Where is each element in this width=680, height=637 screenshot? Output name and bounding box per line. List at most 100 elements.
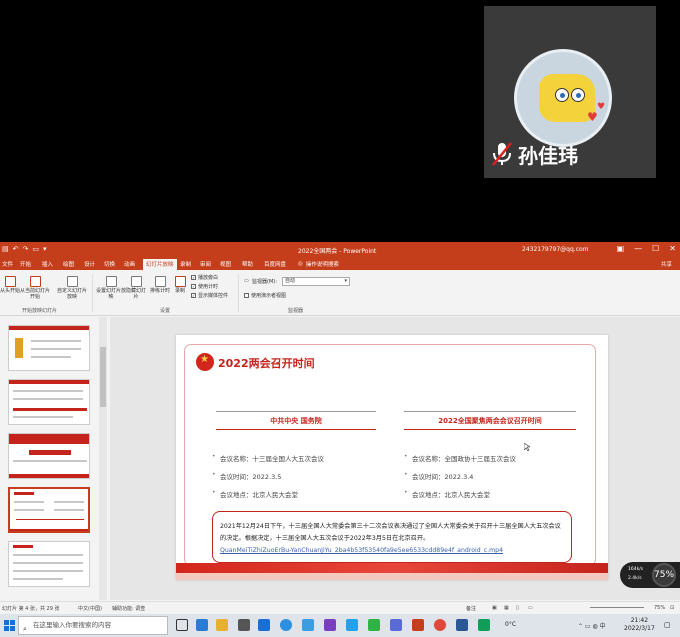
left-row-location[interactable]: 会议地点：北京人民大会堂 (220, 489, 298, 499)
save-icon[interactable]: ▤ (2, 245, 9, 253)
right-column-heading[interactable]: 2022全国聚焦两会会议召开时间 (404, 416, 576, 426)
left-row-time[interactable]: 会议时间：2022.3.5 (220, 471, 281, 481)
task-view-icon[interactable] (176, 619, 188, 631)
tab-draw[interactable]: 绘图 (63, 260, 74, 268)
video-tile[interactable]: ♥ ♥ 孙佳玮 (484, 6, 656, 178)
thumbnail-scrollbar[interactable] (99, 317, 107, 600)
system-tray-icons[interactable]: ⌃ ▭ ◍ 中 (578, 621, 606, 630)
accessibility-status[interactable]: 辅助功能: 调查 (112, 605, 145, 612)
sorter-view-icon[interactable]: ▦ (504, 605, 509, 611)
maximize-icon[interactable]: ☐ (652, 244, 659, 253)
tab-transitions[interactable]: 切换 (104, 260, 115, 268)
group-label-setup: 设置 (160, 308, 171, 314)
slide-thumbnail[interactable] (8, 541, 90, 587)
close-icon[interactable]: ✕ (669, 244, 676, 253)
checkbox[interactable]: ✓ (191, 284, 196, 289)
file-explorer-icon[interactable] (216, 619, 228, 631)
checkbox[interactable]: ✓ (191, 293, 196, 298)
ribbon-display-icon[interactable]: ▣ (617, 244, 625, 253)
from-beginning-button[interactable]: 从头开始 (0, 276, 20, 294)
description-box[interactable]: 2021年12月24日下午，十三届全国人大常委会第三十二次会议表决通过了全国人大… (212, 511, 572, 563)
taskbar-search-input[interactable]: ⌕ 在这里输入你要搜索的内容 (18, 616, 168, 635)
share-button[interactable]: 共享 (661, 260, 672, 268)
checkbox-narration[interactable]: ✓ 播放旁白 (191, 274, 218, 281)
onenote-icon[interactable] (324, 619, 336, 631)
meeting-app-icon[interactable] (346, 619, 358, 631)
tab-insert[interactable]: 插入 (42, 260, 53, 268)
checkbox[interactable]: ✓ (191, 275, 196, 280)
from-current-button[interactable]: 从当前幻灯片开始 (18, 276, 52, 300)
monitor-select[interactable]: 自动 ▾ (282, 277, 350, 286)
tell-me-search[interactable]: ◎ 操作说明搜索 (298, 260, 339, 268)
language-indicator[interactable]: 中文(中国) (78, 605, 102, 612)
checkbox-media-controls[interactable]: ✓ 显示媒体控件 (191, 292, 228, 299)
wechat-icon[interactable] (368, 619, 380, 631)
checkbox[interactable] (244, 293, 249, 298)
right-row-location[interactable]: 会议地点：北京人民大会堂 (412, 489, 490, 499)
checkbox-presenter-view[interactable]: 使用演示者视图 (244, 292, 286, 299)
present-icon[interactable]: ▭ (32, 245, 39, 253)
edge-icon[interactable] (196, 619, 208, 631)
tab-design[interactable]: 设计 (84, 260, 95, 268)
zoom-level[interactable]: 75% (654, 605, 665, 611)
slide-thumbnail[interactable] (8, 325, 90, 371)
hide-slide-button[interactable]: 隐藏幻灯片 (124, 276, 148, 300)
rehearse-timings-button[interactable]: 排练计时 (148, 276, 172, 294)
tab-help[interactable]: 帮助 (242, 260, 253, 268)
custom-slideshow-icon (66, 276, 78, 287)
redo-icon[interactable]: ↷ (23, 245, 29, 253)
mouse-cursor-icon (524, 443, 530, 451)
app-icon[interactable] (478, 619, 490, 631)
fit-slide-icon[interactable]: ⊡ (670, 605, 674, 611)
app-icon[interactable] (390, 619, 402, 631)
tab-file[interactable]: 文件 (2, 260, 13, 268)
notes-button[interactable]: 备注 (466, 605, 476, 612)
zoom-slider[interactable] (590, 607, 644, 608)
slideshow-view-icon[interactable]: ▭ (528, 605, 533, 611)
undo-icon[interactable]: ↶ (13, 245, 19, 253)
tab-view[interactable]: 视图 (220, 260, 231, 268)
normal-view-icon[interactable]: ▣ (492, 605, 497, 611)
powerpoint-window: ▤ ↶ ↷ ▭ ▾ 2022全国两会 - PowerPoint 24321797… (0, 242, 680, 614)
right-row-name[interactable]: 会议名称：全国政协十三届五次会议 (412, 453, 516, 463)
right-row-time[interactable]: 会议时间：2022.3.4 (412, 471, 473, 481)
left-row-name[interactable]: 会议名称：十三届全国人大五次会议 (220, 453, 324, 463)
weather-widget[interactable]: 0°C (505, 621, 516, 628)
reading-view-icon[interactable]: ▯ (516, 605, 519, 611)
slide-thumbnail[interactable] (8, 379, 90, 425)
slide-edit-area[interactable]: 2022两会召开时间 中共中央 国务院 2022全国聚焦两会会议召开时间 • 会… (110, 317, 680, 600)
checkbox-timings[interactable]: ✓ 使用计时 (191, 283, 218, 290)
tab-slideshow[interactable]: 幻灯片放映 (143, 259, 177, 270)
app-icon[interactable] (434, 619, 446, 631)
app-icon[interactable] (456, 619, 468, 631)
menu-bar: 文件 开始 插入 绘图 设计 切换 动画 幻灯片放映 录制 审阅 视图 帮助 百… (0, 258, 680, 270)
powerpoint-icon[interactable] (412, 619, 424, 631)
current-slide[interactable]: 2022两会召开时间 中共中央 国务院 2022全国聚焦两会会议召开时间 • 会… (176, 335, 608, 580)
browser-icon[interactable] (280, 619, 292, 631)
account-name[interactable]: 2432179797@qq.com (522, 246, 589, 253)
tab-home[interactable]: 开始 (20, 260, 31, 268)
tab-baidu-netdisk[interactable]: 百度网盘 (264, 260, 286, 268)
title-bar: ▤ ↶ ↷ ▭ ▾ 2022全国两会 - PowerPoint 24321797… (0, 242, 680, 258)
windows-start-icon[interactable] (4, 620, 15, 631)
custom-slideshow-button[interactable]: 自定义幻灯片放映 (56, 276, 88, 300)
left-column-heading[interactable]: 中共中央 国务院 (216, 416, 376, 426)
network-speed-widget[interactable]: 164k/s 2.4k/s 75% (620, 562, 680, 588)
slide-thumbnail[interactable] (8, 433, 90, 479)
record-icon (174, 276, 186, 287)
tab-animations[interactable]: 动画 (124, 260, 135, 268)
chevron-down-icon[interactable]: ▾ (43, 245, 47, 253)
app-icon[interactable] (302, 619, 314, 631)
setup-slideshow-button[interactable]: 设置幻灯片放映 (96, 276, 126, 300)
tab-record[interactable]: 录制 (180, 260, 191, 268)
tab-review[interactable]: 审阅 (200, 260, 211, 268)
slide-thumbnail-selected[interactable] (8, 487, 90, 533)
media-link[interactable]: QuanMeiTiZhiZuoErBu-YanChuanJiYu_2ba4b53… (220, 545, 564, 557)
store-icon[interactable] (238, 619, 250, 631)
minimize-icon[interactable]: — (634, 244, 642, 253)
notification-icon[interactable]: ▢ (664, 621, 671, 629)
mail-icon[interactable] (258, 619, 270, 631)
record-button[interactable]: 录制 (172, 276, 188, 294)
clock[interactable]: 21:42 2022/3/17 (624, 617, 655, 633)
slide-title[interactable]: 2022两会召开时间 (218, 355, 315, 371)
